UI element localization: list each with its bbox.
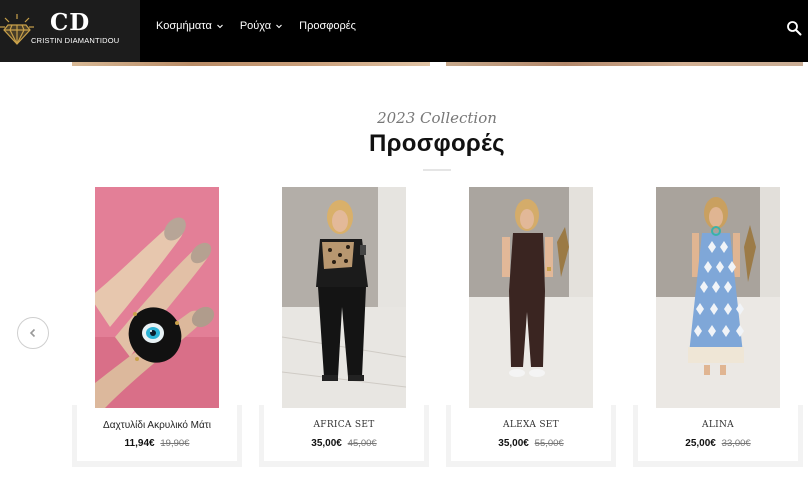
section-title: Προσφορές <box>369 130 505 157</box>
old-price: 45,00€ <box>347 438 377 449</box>
current-price: 35,00€ <box>311 438 342 449</box>
old-price: 19,90€ <box>160 438 190 449</box>
product-name[interactable]: Δαχτυλίδι Ακρυλικό Μάτι <box>72 420 242 431</box>
nav-item-label: Προσφορές <box>299 20 356 32</box>
product-price: 25,00€ 33,00€ <box>633 438 803 449</box>
logo-letters: CD <box>50 9 91 36</box>
card-footer <box>264 405 424 461</box>
product-name[interactable]: AFRICA SET <box>259 420 429 430</box>
alexa-set-photo <box>469 187 593 408</box>
product-card[interactable]: Δαχτυλίδι Ακρυλικό Μάτι 11,94€ 19,90€ <box>72 187 242 467</box>
chevron-left-icon <box>29 328 36 338</box>
current-price: 35,00€ <box>498 438 529 449</box>
alina-dress-photo <box>656 187 780 408</box>
current-price: 25,00€ <box>685 438 716 449</box>
product-image[interactable] <box>469 187 593 408</box>
card-footer <box>451 405 611 461</box>
card-footer <box>638 405 798 461</box>
card-footer <box>77 405 237 461</box>
main-nav: Κοσμήματα Ρούχα Προσφορές <box>156 20 356 32</box>
carousel-prev-button[interactable] <box>17 317 49 349</box>
product-card[interactable]: AFRICA SET 35,00€ 45,00€ <box>259 187 429 467</box>
nav-item-offers[interactable]: Προσφορές <box>299 20 356 32</box>
nav-item-jewelry[interactable]: Κοσμήματα <box>156 20 224 32</box>
previous-banner-image-right <box>446 62 803 66</box>
page: CD CRISTIN DIAMANTIDOU Κοσμήματα Ρούχα Π… <box>0 0 808 480</box>
previous-banner-image-left <box>72 62 430 66</box>
current-price: 11,94€ <box>124 438 155 449</box>
product-image[interactable] <box>656 187 780 408</box>
product-price: 35,00€ 55,00€ <box>446 438 616 449</box>
chevron-down-icon <box>276 24 283 29</box>
product-card[interactable]: ALEXA SET 35,00€ 55,00€ <box>446 187 616 467</box>
logo-subtitle: CRISTIN DIAMANTIDOU <box>31 36 120 45</box>
nav-item-label: Κοσμήματα <box>156 20 212 32</box>
site-header: CD CRISTIN DIAMANTIDOU Κοσμήματα Ρούχα Π… <box>0 0 808 62</box>
product-name[interactable]: ALINA <box>633 420 803 430</box>
logo[interactable]: CD CRISTIN DIAMANTIDOU <box>0 0 140 62</box>
nav-item-clothes[interactable]: Ρούχα <box>240 20 283 32</box>
section-subtitle: 2023 Collection <box>377 109 497 127</box>
title-divider <box>423 169 451 171</box>
diamond-logo-icon <box>0 14 34 45</box>
product-image[interactable] <box>282 187 406 408</box>
old-price: 55,00€ <box>534 438 564 449</box>
ring-photo <box>95 187 219 408</box>
search-icon[interactable] <box>786 20 802 36</box>
product-price: 35,00€ 45,00€ <box>259 438 429 449</box>
nav-item-label: Ρούχα <box>239 20 272 32</box>
product-image[interactable] <box>95 187 219 408</box>
chevron-down-icon <box>216 24 223 29</box>
product-name[interactable]: ALEXA SET <box>446 420 616 430</box>
product-price: 11,94€ 19,90€ <box>72 438 242 449</box>
old-price: 33,00€ <box>721 438 751 449</box>
africa-set-photo <box>282 187 406 408</box>
product-card[interactable]: ALINA 25,00€ 33,00€ <box>633 187 803 467</box>
